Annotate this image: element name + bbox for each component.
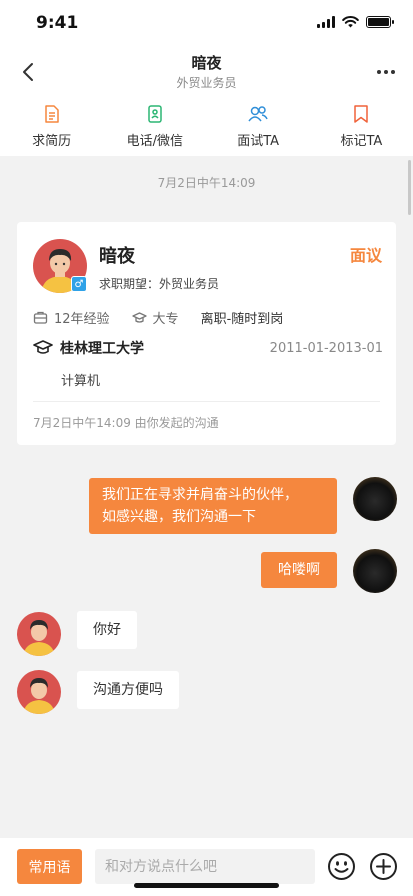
candidate-name: 暗夜 (99, 246, 135, 267)
graduation-cap-icon (131, 312, 147, 323)
candidate-chat-avatar[interactable] (17, 670, 61, 714)
education-tag: 大专 (131, 308, 179, 327)
status-bar: 9:41 (0, 0, 413, 46)
cellular-signal-icon (317, 16, 335, 28)
candidate-chat-avatar[interactable] (17, 612, 61, 656)
availability-tag: 离职-随时到岗 (201, 308, 284, 327)
request-resume-label: 求简历 (32, 134, 72, 149)
resume-icon (44, 105, 59, 123)
message-bubble-outgoing[interactable]: 我们正在寻求并肩奋斗的伙伴， 如感兴趣，我们沟通一下 (89, 478, 337, 534)
bookmark-label: 标记TA (340, 134, 383, 149)
quick-reply-button[interactable]: 常用语 (17, 849, 82, 884)
request-resume-button[interactable]: 求简历 (0, 98, 103, 156)
message-input[interactable] (95, 849, 315, 884)
phone-wechat-button[interactable]: 电话/微信 (103, 98, 206, 156)
school-name: 桂林理工大学 (60, 341, 144, 357)
interview-icon (248, 106, 268, 122)
candidate-tags: 12年经验 大专 离职-随时到岗 (33, 308, 305, 327)
male-gender-icon: ♂ (71, 276, 87, 292)
chat-timestamp: 7月2日中午14:09 (157, 176, 256, 190)
message-text: 沟通方便吗 (93, 682, 163, 698)
experience-tag: 12年经验 (33, 308, 110, 327)
school-dates: 2011-01-2013-01 (269, 340, 383, 356)
my-avatar[interactable] (353, 477, 397, 521)
bookmark-icon (354, 105, 369, 123)
navigation-bar: 暗夜 外贸业务员 (0, 46, 413, 98)
education-label: 大专 (152, 312, 179, 327)
candidate-card[interactable]: ♂ 暗夜 面议 求职期望：外贸业务员 12年经验 大专 离职-随时到岗 桂林理工… (17, 222, 396, 445)
interview-label: 面试TA (237, 134, 280, 149)
home-indicator (134, 883, 279, 888)
message-text: 你好 (93, 622, 121, 638)
school-row: 桂林理工大学 2011-01-2013-01 (33, 338, 383, 358)
major: 计算机 (61, 374, 101, 389)
briefcase-icon (33, 311, 48, 324)
school-icon (33, 340, 53, 354)
page-title: 暗夜 (191, 54, 222, 72)
status-time: 9:41 (36, 13, 79, 33)
message-bubble-incoming[interactable]: 沟通方便吗 (77, 671, 179, 709)
emoji-icon[interactable] (327, 852, 356, 881)
message-bubble-outgoing[interactable]: 哈喽啊 (261, 552, 337, 588)
job-expectation: 求职期望：外贸业务员 (99, 277, 220, 291)
action-bar: 求简历 电话/微信 面试TA 标记TA (0, 98, 413, 156)
card-footer: 7月2日中午14:09 由你发起的沟通 (33, 416, 219, 430)
phone-wechat-label: 电话/微信 (126, 134, 184, 149)
add-attachment-icon[interactable] (369, 852, 398, 881)
message-text: 我们正在寻求并肩奋斗的伙伴， (102, 487, 298, 503)
wifi-icon (342, 16, 359, 28)
page-subtitle: 外贸业务员 (176, 76, 237, 90)
battery-icon (366, 16, 394, 28)
salary-label: 面议 (349, 246, 382, 265)
message-bubble-incoming[interactable]: 你好 (77, 611, 137, 649)
bookmark-button[interactable]: 标记TA (310, 98, 413, 156)
availability-label: 离职-随时到岗 (200, 312, 284, 327)
phone-wechat-icon (148, 105, 162, 123)
message-text: 如感兴趣，我们沟通一下 (102, 509, 256, 525)
my-avatar[interactable] (353, 549, 397, 593)
more-options-button[interactable] (377, 70, 395, 74)
card-divider (33, 401, 380, 402)
status-icons (317, 16, 394, 28)
experience-label: 12年经验 (54, 312, 110, 327)
message-text: 哈喽啊 (278, 562, 320, 578)
interview-button[interactable]: 面试TA (207, 98, 310, 156)
